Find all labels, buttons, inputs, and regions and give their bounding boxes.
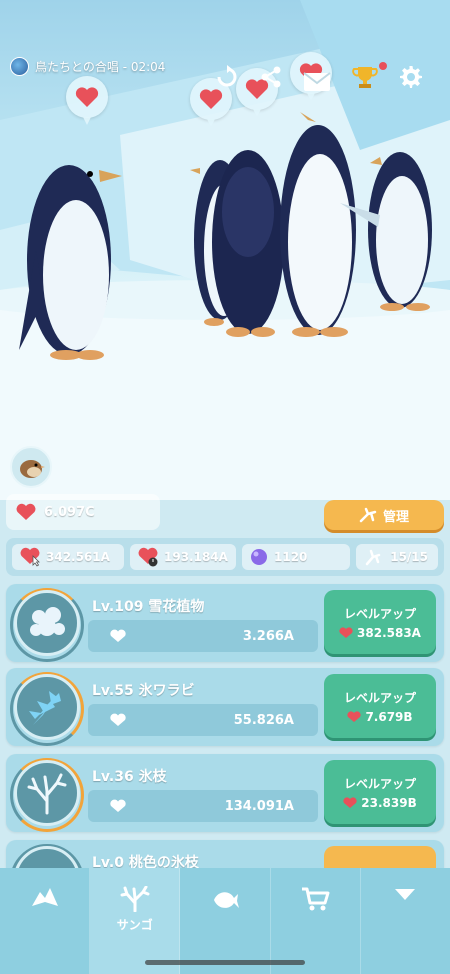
heart-clock-icon xyxy=(138,547,158,567)
heart-icon xyxy=(110,799,126,812)
cart-icon xyxy=(302,887,330,911)
iceberg-icon xyxy=(31,888,58,906)
avatar[interactable] xyxy=(10,446,52,488)
heart-total: 6.097C xyxy=(6,494,160,530)
notification-dot xyxy=(379,62,387,70)
gear-icon[interactable] xyxy=(396,62,426,92)
penguin[interactable] xyxy=(14,150,124,365)
rotate-icon[interactable] xyxy=(212,62,242,92)
heart-icon xyxy=(339,626,353,638)
coral-name: Lv.109 雪花植物 xyxy=(92,599,205,615)
mail-icon[interactable] xyxy=(302,66,332,96)
ice-fern-icon xyxy=(14,674,80,740)
fish-icon xyxy=(214,892,239,908)
stats-row: 342.561A 193.184A 1120 15/15 xyxy=(6,538,444,576)
coral-count-value: 15/15 xyxy=(390,550,428,564)
heart-icon xyxy=(75,87,99,107)
coral-name: Lv.36 氷枝 xyxy=(92,769,167,785)
manage-button[interactable]: 管理 xyxy=(324,500,444,530)
coral-value: 55.826A xyxy=(88,704,318,736)
heart-icon xyxy=(16,503,36,520)
tab-fish[interactable] xyxy=(180,868,271,974)
coral-name: Lv.55 氷ワラビ xyxy=(92,683,195,699)
orb-icon xyxy=(251,549,267,565)
penguin[interactable] xyxy=(340,145,448,315)
tab-shop[interactable] xyxy=(271,868,361,974)
heart-icon xyxy=(110,713,126,726)
bird-icon xyxy=(20,460,45,478)
level-up-button[interactable]: レベルアップ 23.839B xyxy=(324,760,436,824)
coral-count[interactable]: 15/15 xyxy=(356,544,438,570)
coral-value: 3.266A xyxy=(88,620,318,652)
home-indicator[interactable] xyxy=(145,960,305,965)
heart-icon xyxy=(110,629,126,642)
bottom-nav: サンゴ xyxy=(0,868,450,974)
hearts-per-sec[interactable]: 193.184A xyxy=(130,544,236,570)
song-title-bar[interactable]: 鳥たちとの合唱 - 02:04 xyxy=(10,56,165,76)
orb-count[interactable]: 1120 xyxy=(242,544,350,570)
heart-tap-icon xyxy=(20,547,40,567)
share-icon[interactable] xyxy=(256,62,286,92)
coral-card: Lv.36 氷枝 134.091A レベルアップ 23.839B xyxy=(6,754,444,832)
coral-card: Lv.109 雪花植物 3.266A レベルアップ 382.583A xyxy=(6,584,444,662)
ice-branch-icon xyxy=(14,760,80,826)
tab-collapse[interactable] xyxy=(361,868,450,974)
heart-icon xyxy=(343,796,357,808)
level-up-button[interactable]: レベルアップ 7.679B xyxy=(324,674,436,738)
coral-value: 134.091A xyxy=(88,790,318,822)
heart-bubble[interactable] xyxy=(66,76,108,125)
coral-icon xyxy=(120,886,150,912)
song-title: 鳥たちとの合唱 - 02:04 xyxy=(35,59,166,74)
tab-coral-label: サンゴ xyxy=(116,918,153,932)
hearts-per-sec-value: 193.184A xyxy=(164,550,228,564)
globe-icon xyxy=(10,56,29,76)
level-up-button[interactable]: レベルアップ 382.583A xyxy=(324,590,436,654)
heart-icon xyxy=(347,710,362,722)
game-scene[interactable]: 鳥たちとの合唱 - 02:04 xyxy=(0,0,450,500)
hearts-per-tap[interactable]: 342.561A xyxy=(12,544,124,570)
manage-label: 管理 xyxy=(382,509,409,525)
coral-card: Lv.55 氷ワラビ 55.826A レベルアップ 7.679B xyxy=(6,668,444,746)
orb-count-value: 1120 xyxy=(274,550,308,564)
tab-coral[interactable]: サンゴ xyxy=(90,868,181,974)
coral-manage-icon xyxy=(359,507,377,523)
tab-iceberg[interactable] xyxy=(0,868,91,974)
heart-total-value: 6.097C xyxy=(44,504,95,520)
triangle-down-icon xyxy=(395,889,416,900)
coral-icon xyxy=(365,549,381,566)
trophy-icon[interactable] xyxy=(350,62,380,92)
snowflower-icon xyxy=(14,590,80,656)
hearts-per-tap-value: 342.561A xyxy=(46,550,110,564)
